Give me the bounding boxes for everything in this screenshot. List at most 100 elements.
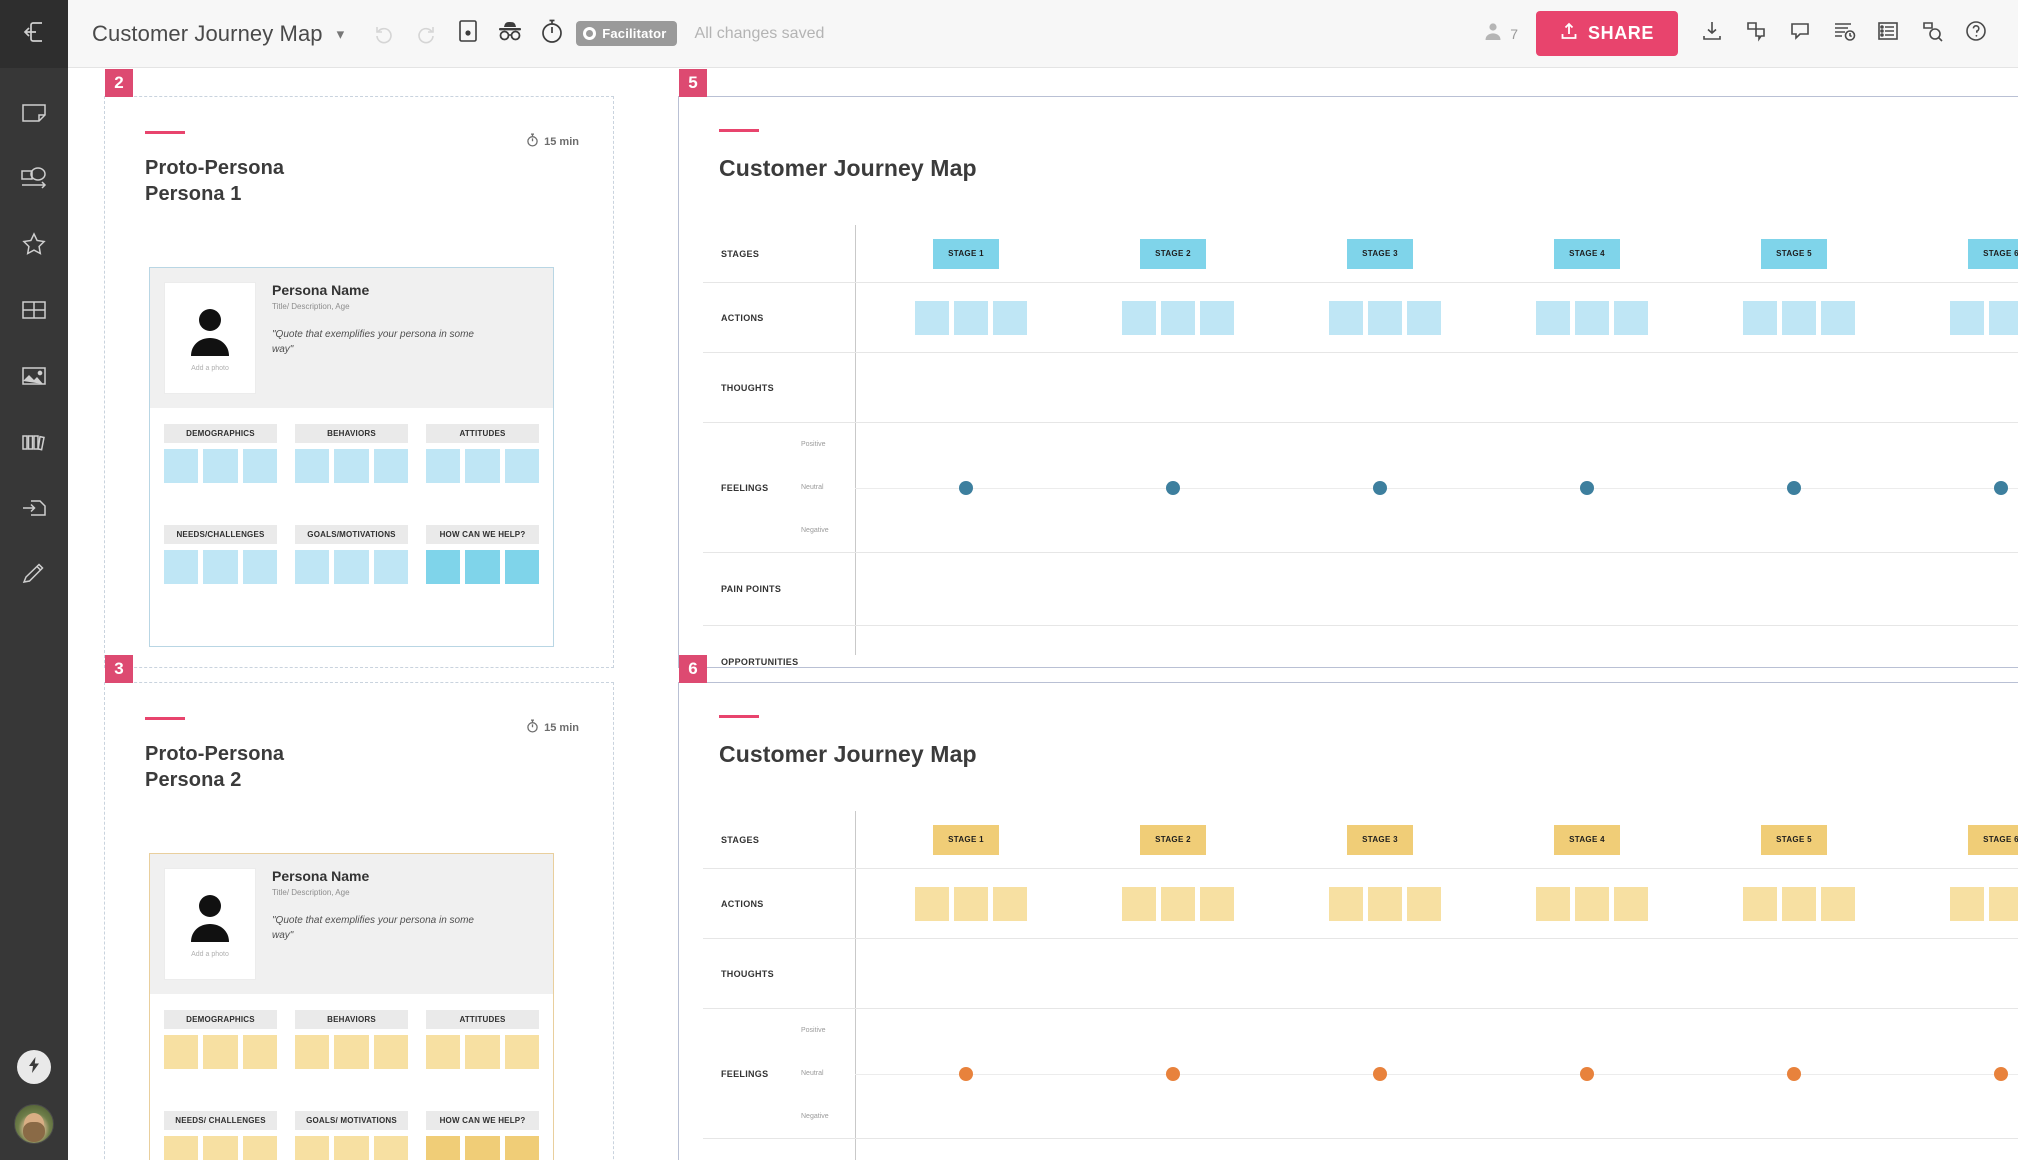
tool-pencil[interactable]	[12, 552, 56, 596]
board-canvas[interactable]: 2 Proto-Persona Persona 1 15 min Add a p…	[68, 68, 2018, 1160]
sticky-note[interactable]	[1200, 886, 1234, 921]
sticky-note[interactable]	[1614, 300, 1648, 335]
sticky-note[interactable]	[1950, 886, 1984, 921]
sticky-note[interactable]	[1200, 300, 1234, 335]
persona-section-attitudes[interactable]: ATTITUDES	[426, 424, 539, 483]
feeling-dot[interactable]	[959, 1067, 973, 1081]
feeling-dot[interactable]	[1787, 481, 1801, 495]
feeling-dot[interactable]	[1373, 481, 1387, 495]
sticky-note[interactable]	[242, 1136, 277, 1160]
timer-button[interactable]	[534, 16, 570, 52]
sticky-note[interactable]	[1821, 886, 1855, 921]
tool-image[interactable]	[12, 354, 56, 398]
frame-timer[interactable]: 15 min	[526, 133, 579, 150]
tool-shapes-connector[interactable]	[12, 156, 56, 200]
frame-journey-map-1[interactable]: 5 Customer Journey Map STAGES STAGE 1 ST…	[678, 69, 2018, 668]
sticky-note[interactable]	[1536, 886, 1570, 921]
stage-chip[interactable]: STAGE 6	[1968, 238, 2018, 269]
sticky-note[interactable]	[242, 1035, 277, 1069]
facilitator-badge[interactable]: Facilitator	[576, 21, 677, 46]
sticky-note[interactable]	[993, 300, 1027, 335]
frame-journey-map-2[interactable]: 6 Customer Journey Map STAGES STAGE 1 ST…	[678, 655, 2018, 1160]
sticky-note[interactable]	[334, 449, 369, 483]
frame-number-badge[interactable]: 2	[105, 69, 133, 97]
stage-chip[interactable]: STAGE 5	[1761, 238, 1827, 269]
sticky-note[interactable]	[1743, 886, 1777, 921]
sticky-note[interactable]	[1536, 300, 1570, 335]
sticky-note[interactable]	[1407, 886, 1441, 921]
persona-section-goals[interactable]: GOALS/MOTIVATIONS	[295, 525, 408, 584]
sticky-note[interactable]	[1821, 300, 1855, 335]
sticky-note[interactable]	[334, 1136, 369, 1160]
sticky-note[interactable]	[1575, 300, 1609, 335]
feeling-dot[interactable]	[1994, 481, 2008, 495]
feeling-dot[interactable]	[1166, 1067, 1180, 1081]
sticky-note[interactable]	[295, 449, 330, 483]
sticky-note[interactable]	[334, 1035, 369, 1069]
persona-section-demographics[interactable]: DEMOGRAPHICS	[164, 1010, 277, 1069]
sticky-note[interactable]	[1989, 300, 2018, 335]
sticky-note[interactable]	[465, 1136, 500, 1160]
persona-section-needs[interactable]: NEEDS/CHALLENGES	[164, 525, 277, 584]
stage-chip[interactable]: STAGE 5	[1761, 824, 1827, 855]
anonymous-mode-button[interactable]	[492, 16, 528, 52]
sticky-note[interactable]	[1950, 300, 1984, 335]
sticky-note[interactable]	[203, 1136, 238, 1160]
sticky-note[interactable]	[203, 550, 238, 584]
stage-chip[interactable]: STAGE 6	[1968, 824, 2018, 855]
zoom-search-button[interactable]	[1914, 16, 1950, 52]
sticky-note[interactable]	[1782, 300, 1816, 335]
sticky-note[interactable]	[373, 1136, 408, 1160]
sticky-note[interactable]	[203, 449, 238, 483]
sticky-note[interactable]	[164, 550, 199, 584]
tool-library[interactable]	[12, 420, 56, 464]
sticky-note[interactable]	[203, 1035, 238, 1069]
sticky-note[interactable]	[242, 550, 277, 584]
stage-chip[interactable]: STAGE 3	[1347, 824, 1413, 855]
sticky-note[interactable]	[164, 449, 199, 483]
sticky-note[interactable]	[954, 886, 988, 921]
share-button[interactable]: SHARE	[1535, 11, 1678, 56]
tool-star-vote[interactable]	[12, 222, 56, 266]
sticky-note[interactable]	[1368, 300, 1402, 335]
sticky-note[interactable]	[373, 449, 408, 483]
sticky-note[interactable]	[295, 550, 330, 584]
sticky-note[interactable]	[1614, 886, 1648, 921]
sticky-note[interactable]	[1368, 886, 1402, 921]
feeling-dot[interactable]	[1580, 481, 1594, 495]
sticky-note[interactable]	[164, 1136, 199, 1160]
sticky-note[interactable]	[465, 550, 500, 584]
sticky-note[interactable]	[1575, 886, 1609, 921]
sticky-note[interactable]	[1122, 300, 1156, 335]
feeling-dot[interactable]	[1787, 1067, 1801, 1081]
sticky-note[interactable]	[426, 1136, 461, 1160]
chevron-down-icon[interactable]: ▾	[337, 25, 345, 43]
sticky-note[interactable]	[1329, 886, 1363, 921]
stage-chip[interactable]: STAGE 4	[1554, 824, 1620, 855]
frame-number-badge[interactable]: 3	[105, 655, 133, 683]
undo-button[interactable]	[366, 16, 402, 52]
activity-history-button[interactable]	[1826, 16, 1862, 52]
sticky-note[interactable]	[373, 550, 408, 584]
sticky-note[interactable]	[1407, 300, 1441, 335]
sticky-note[interactable]	[295, 1136, 330, 1160]
stage-chip[interactable]: STAGE 2	[1140, 824, 1206, 855]
persona-card[interactable]: Add a photo Persona Name Title/ Descript…	[149, 267, 554, 647]
quick-actions-button[interactable]	[17, 1050, 51, 1084]
frame-number-badge[interactable]: 6	[679, 655, 707, 683]
download-button[interactable]	[1694, 16, 1730, 52]
feeling-dot[interactable]	[1994, 1067, 2008, 1081]
sticky-note[interactable]	[295, 1035, 330, 1069]
persona-card[interactable]: Add a photo Persona Name Title/ Descript…	[149, 853, 554, 1160]
persona-section-how-can-we-help[interactable]: HOW CAN WE HELP?	[426, 1111, 539, 1160]
duplicate-frames-button[interactable]	[1738, 16, 1774, 52]
help-button[interactable]	[1958, 16, 1994, 52]
sticky-note[interactable]	[426, 550, 461, 584]
sticky-note[interactable]	[504, 550, 539, 584]
sticky-note[interactable]	[465, 1035, 500, 1069]
sticky-note[interactable]	[164, 1035, 199, 1069]
sticky-note[interactable]	[334, 550, 369, 584]
sticky-note[interactable]	[504, 449, 539, 483]
sticky-note[interactable]	[1161, 300, 1195, 335]
persona-photo-placeholder[interactable]: Add a photo	[164, 282, 256, 394]
